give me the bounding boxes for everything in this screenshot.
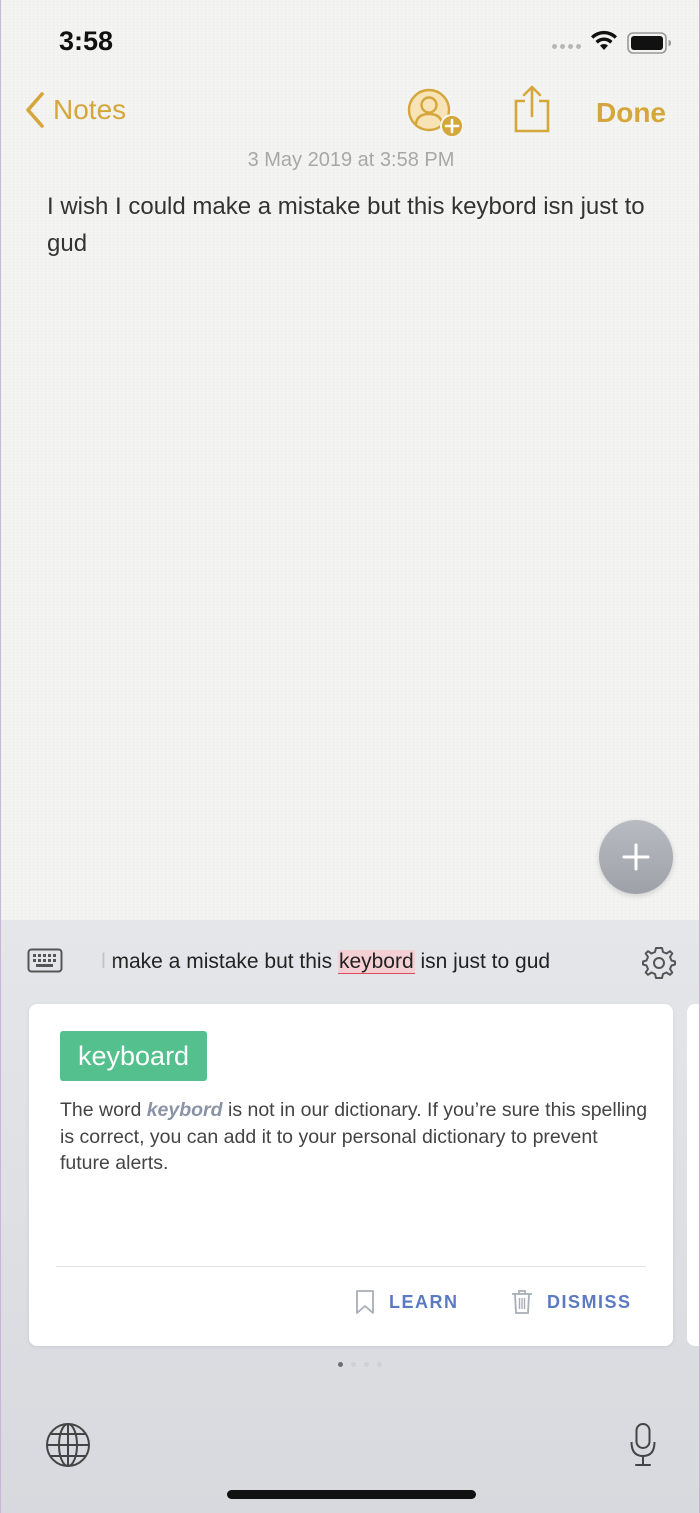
preview-text-after: isn just to gud (414, 950, 551, 973)
learn-label: LEARN (389, 1291, 459, 1312)
suggestion-button[interactable]: keyboard (60, 1031, 208, 1081)
dismiss-label: DISMISS (547, 1291, 632, 1312)
text-preview[interactable]: l make a mistake but this keybord isn ju… (101, 950, 601, 974)
suggestion-card: keyboard The word keybord is not in our … (29, 1004, 673, 1346)
learn-button[interactable]: LEARN (355, 1289, 459, 1315)
microphone-icon[interactable] (629, 1422, 657, 1468)
keyboard-icon[interactable] (27, 948, 63, 974)
card-divider (56, 1266, 646, 1267)
back-button-label: Notes (53, 94, 127, 125)
next-card-peek[interactable] (687, 1004, 699, 1346)
keyboard-toolbar: l make a mistake but this keybord isn ju… (1, 920, 699, 1004)
add-person-icon[interactable] (407, 88, 467, 142)
add-button[interactable] (599, 820, 673, 894)
share-icon[interactable] (512, 84, 552, 134)
bookmark-icon (356, 1290, 374, 1314)
note-date: 3 May 2019 at 3:58 PM (247, 149, 455, 171)
page-dot (364, 1362, 369, 1367)
done-button[interactable]: Done (596, 97, 666, 129)
globe-icon[interactable] (45, 1422, 91, 1468)
page-dot (338, 1362, 343, 1367)
preview-text-before: l make a mistake but this (101, 950, 338, 973)
misspelled-word[interactable]: keybord (337, 950, 415, 974)
back-chevron-icon (26, 92, 44, 128)
message-word: keybord (146, 1099, 223, 1121)
wifi-icon (591, 30, 617, 50)
plus-icon (622, 843, 650, 871)
battery-icon (627, 32, 671, 54)
dismiss-button[interactable]: DISMISS (511, 1289, 632, 1315)
page-indicator (338, 1362, 382, 1367)
home-indicator[interactable] (227, 1490, 476, 1499)
cellular-signal-icon (552, 44, 581, 49)
trash-icon (512, 1290, 532, 1314)
navigation-bar: Notes Done (1, 80, 699, 150)
message-text-before: The word (60, 1099, 147, 1121)
note-paper[interactable]: 3:58 Notes Done 3 May 2019 at 3:58 PM I … (1, 0, 699, 920)
gear-icon[interactable] (642, 946, 676, 980)
suggestion-message: The word keybord is not in our dictionar… (60, 1097, 650, 1177)
note-body[interactable]: I wish I could make a mistake but this k… (47, 188, 657, 262)
page-dot (351, 1362, 356, 1367)
page-dot (377, 1362, 382, 1367)
back-button[interactable]: Notes (25, 92, 126, 128)
status-bar: 3:58 (1, 0, 699, 80)
screen: 3:58 Notes Done 3 May 2019 at 3:58 PM I … (0, 0, 700, 1513)
status-time: 3:58 (59, 26, 114, 56)
keyboard-panel: l make a mistake but this keybord isn ju… (1, 920, 699, 1513)
